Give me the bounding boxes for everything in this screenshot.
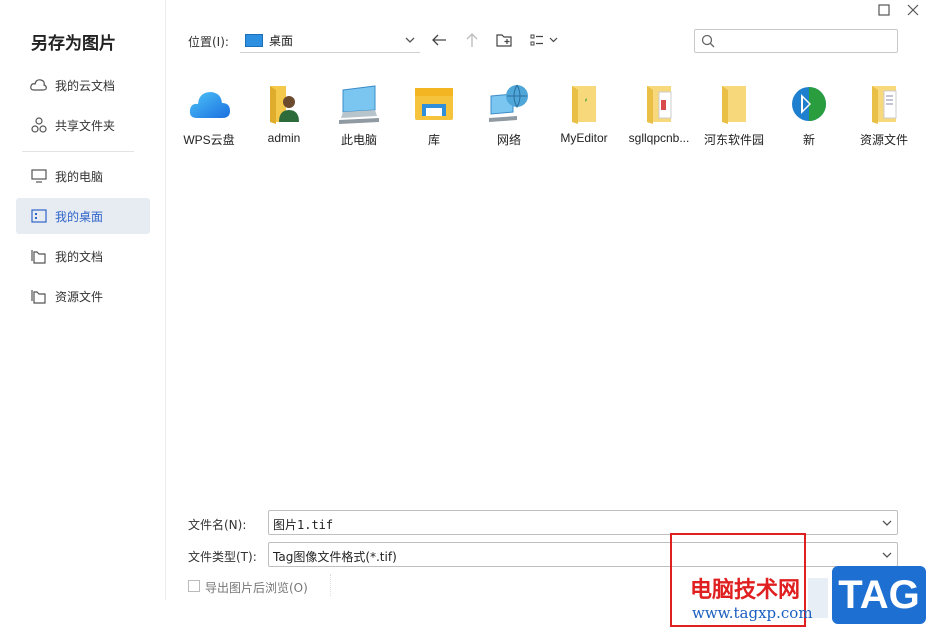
file-item-library[interactable]: 库: [395, 78, 473, 152]
sidebar-item-shared-folder[interactable]: 共享文件夹: [16, 107, 150, 143]
network-icon: [489, 84, 528, 122]
wps-cloud-icon: [189, 92, 230, 118]
list-view-icon: [530, 34, 558, 46]
back-button[interactable]: [430, 31, 448, 49]
sidebar-item-label: 我的电脑: [55, 169, 104, 184]
sidebar-item-label: 共享文件夹: [55, 118, 116, 133]
sidebar-item-cloud-docs[interactable]: 我的云文档: [16, 67, 150, 103]
desktop-icon: [30, 207, 48, 225]
file-label: admin: [267, 131, 301, 145]
browse-after-export-checkbox[interactable]: [188, 580, 200, 592]
search-icon: [701, 34, 715, 51]
arrow-up-icon: [466, 33, 478, 47]
file-label: sgllqpcnb...: [628, 131, 690, 145]
documents-icon: [30, 247, 48, 265]
folder-icon: [722, 86, 746, 124]
watermark-title: 电脑技术网: [690, 578, 801, 603]
search-input-box[interactable]: [694, 29, 898, 53]
app-shortcut-icon: [792, 87, 826, 121]
file-item-network[interactable]: 网络: [470, 78, 548, 152]
sidebar: 另存为图片 我的云文档 共享文件夹 我的电脑 我的桌面 我的文档 资源文件: [0, 0, 166, 600]
up-button[interactable]: [463, 31, 481, 49]
sidebar-item-label: 资源文件: [55, 289, 104, 304]
sidebar-item-my-desktop[interactable]: 我的桌面: [16, 198, 150, 234]
watermark-tag-logo: TAG: [832, 566, 926, 624]
file-label: MyEditor: [560, 131, 608, 145]
share-icon: [30, 116, 48, 134]
dialog-title: 另存为图片: [31, 34, 116, 54]
folder-icon: [30, 287, 48, 305]
file-label: 此电脑: [340, 133, 377, 147]
folder-icon: [872, 86, 897, 124]
filetype-value: Tag图像文件格式(*.tif): [273, 550, 397, 564]
sidebar-divider: [22, 151, 134, 152]
file-label: 河东软件园: [703, 133, 764, 147]
close-button[interactable]: [906, 3, 920, 17]
chevron-down-icon: [404, 34, 416, 49]
folder-icon: [647, 86, 672, 124]
filename-input[interactable]: 图片1.tif: [268, 510, 898, 535]
file-item-wps-cloud[interactable]: WPS云盘: [170, 78, 248, 152]
sidebar-item-resource-files[interactable]: 资源文件: [16, 278, 150, 314]
file-item-myeditor[interactable]: MyEditor: [545, 78, 623, 152]
user-folder-icon: [270, 86, 299, 124]
location-value: 桌面: [269, 34, 294, 48]
new-folder-icon: [496, 33, 512, 47]
file-item-this-pc[interactable]: 此电脑: [320, 78, 398, 152]
desktop-monitor-icon: [245, 34, 263, 47]
location-label: 位置(I):: [188, 35, 229, 49]
chevron-down-icon[interactable]: [881, 517, 893, 532]
file-label: WPS云盘: [183, 133, 235, 147]
file-label: 资源文件: [859, 133, 908, 147]
file-grid: WPS云盘 admin 此电脑 库 网络 MyEditor sgllqpcnb.…: [170, 78, 930, 158]
file-item-admin[interactable]: admin: [245, 78, 323, 152]
filename-value: 图片1.tif: [273, 518, 334, 532]
file-label: 库: [427, 133, 440, 147]
new-folder-button[interactable]: [495, 31, 513, 49]
sidebar-item-my-computer[interactable]: 我的电脑: [16, 158, 150, 194]
view-mode-button[interactable]: [530, 31, 560, 49]
browse-after-export-label[interactable]: 导出图片后浏览(O): [205, 579, 308, 596]
computer-icon: [339, 85, 379, 124]
location-dropdown[interactable]: 桌面: [240, 29, 420, 53]
filename-label: 文件名(N):: [188, 518, 247, 532]
sidebar-item-my-documents[interactable]: 我的文档: [16, 238, 150, 274]
folder-icon: [572, 86, 596, 124]
search-input[interactable]: [719, 32, 893, 50]
monitor-icon: [30, 167, 48, 185]
maximize-icon: [878, 4, 890, 16]
maximize-button[interactable]: [877, 3, 891, 17]
sidebar-item-label: 我的桌面: [55, 209, 104, 224]
file-item-sgllqpcnb[interactable]: sgllqpcnb...: [620, 78, 698, 152]
sidebar-item-label: 我的文档: [55, 249, 104, 264]
separator: [330, 574, 331, 596]
close-icon: [907, 4, 919, 16]
watermark-url: www.tagxp.com: [692, 604, 813, 622]
arrow-left-icon: [432, 34, 446, 46]
cloud-icon: [30, 76, 48, 94]
filetype-label: 文件类型(T):: [188, 550, 257, 564]
chevron-down-icon: [881, 549, 893, 564]
file-label: 新: [802, 133, 815, 147]
library-icon: [415, 88, 453, 120]
sidebar-item-label: 我的云文档: [55, 78, 116, 93]
file-label: 网络: [496, 133, 521, 147]
file-item-resources[interactable]: 资源文件: [845, 78, 923, 152]
file-item-hedong[interactable]: 河东软件园: [695, 78, 773, 152]
file-item-new[interactable]: 新: [770, 78, 848, 152]
